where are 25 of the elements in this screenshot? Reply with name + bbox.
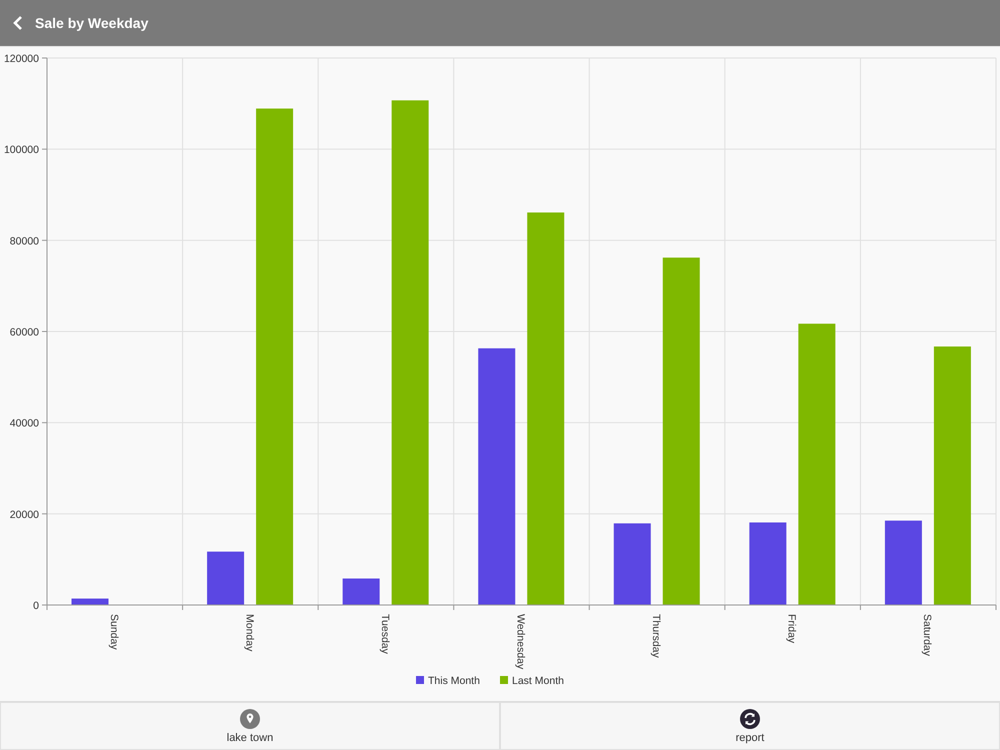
y-tick-label: 60000 — [10, 326, 39, 338]
page-title: Sale by Weekday — [35, 15, 148, 31]
y-tick-label: 0 — [33, 600, 39, 612]
y-tick-label: 40000 — [10, 418, 39, 430]
y-tick-label: 20000 — [10, 508, 39, 521]
x-tick-label: Thursday — [650, 614, 662, 658]
bar — [72, 598, 108, 606]
x-tick-label: Wednesday — [514, 614, 526, 670]
x-tick-label: Monday — [243, 614, 256, 652]
map-pin-icon — [240, 708, 260, 728]
report-button[interactable]: report — [500, 702, 1000, 750]
back-icon[interactable] — [12, 15, 24, 31]
y-tick-label: 80000 — [10, 235, 39, 248]
x-tick-label: Tuesday — [378, 614, 391, 654]
bar — [207, 552, 244, 606]
y-tick-label: 120000 — [4, 53, 39, 65]
bar — [342, 578, 380, 606]
x-tick-label: Saturday — [921, 614, 934, 656]
x-tick-label: Friday — [786, 614, 798, 644]
legend-label: This Month — [428, 675, 480, 687]
refresh-icon — [740, 708, 760, 728]
location-button[interactable]: lake town — [0, 702, 500, 750]
x-tick-label: Sunday — [108, 614, 120, 650]
y-tick-label: 100000 — [4, 144, 39, 156]
legend-label: Last Month — [512, 675, 564, 687]
